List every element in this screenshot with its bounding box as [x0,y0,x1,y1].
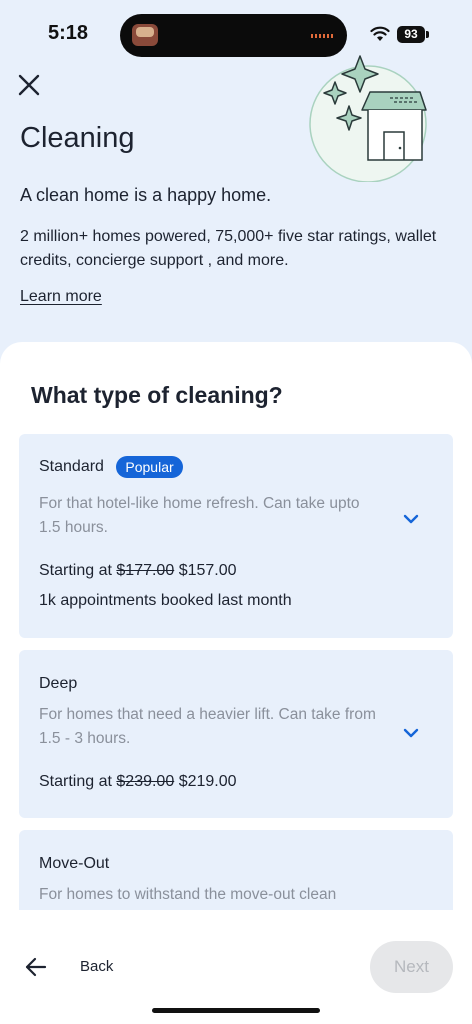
chevron-down-icon[interactable] [403,514,419,524]
now-playing-artwork [132,24,158,46]
back-button[interactable]: Back [80,958,113,975]
cleaning-option-list[interactable]: Standard Popular For that hotel-like hom… [19,434,453,910]
option-title: Move-Out [39,855,110,872]
chevron-down-icon[interactable] [403,728,419,738]
close-icon[interactable] [16,72,42,98]
option-card-move-out[interactable]: Move-Out For homes to withstand the move… [19,830,453,910]
learn-more-link[interactable]: Learn more [20,288,102,306]
wifi-icon [370,26,390,41]
option-card-standard[interactable]: Standard Popular For that hotel-like hom… [19,434,453,638]
option-title: Standard [39,458,104,475]
status-time: 5:18 [48,22,89,44]
page-title: Cleaning [20,122,135,154]
price-line: Starting at $239.00 $219.00 [39,773,433,791]
section-heading: What type of cleaning? [31,382,283,408]
discounted-price: $157.00 [178,562,237,579]
popular-badge: Popular [116,456,183,478]
option-description: For homes to withstand the move-out clea… [39,886,337,904]
back-arrow-icon[interactable] [24,956,48,978]
next-button[interactable]: Next [370,941,453,993]
tagline: A clean home is a happy home. [20,185,272,205]
original-price: $177.00 [116,562,175,579]
original-price: $239.00 [116,773,175,791]
price-line: Starting at $177.00 $157.00 [39,562,433,580]
option-description: For homes that need a heavier lift. Can … [39,706,376,748]
dynamic-island [120,14,347,57]
battery-indicator: 93 [397,26,429,43]
home-indicator[interactable] [152,1008,320,1013]
option-title: Deep [39,675,78,692]
discounted-price: $219.00 [178,773,237,791]
cleaning-house-illustration [309,55,427,182]
option-description: For that hotel-like home refresh. Can ta… [39,495,360,536]
option-card-deep[interactable]: Deep For homes that need a heavier lift.… [19,650,453,818]
price-prefix: Starting at [39,562,112,579]
audio-waveform-icon [311,34,333,38]
cleaning-type-sheet: What type of cleaning? Standard Popular … [0,342,472,1024]
price-prefix: Starting at [39,773,112,791]
service-description: 2 million+ homes powered, 75,000+ five s… [20,228,437,269]
bookings-count: 1k appointments booked last month [39,592,292,609]
